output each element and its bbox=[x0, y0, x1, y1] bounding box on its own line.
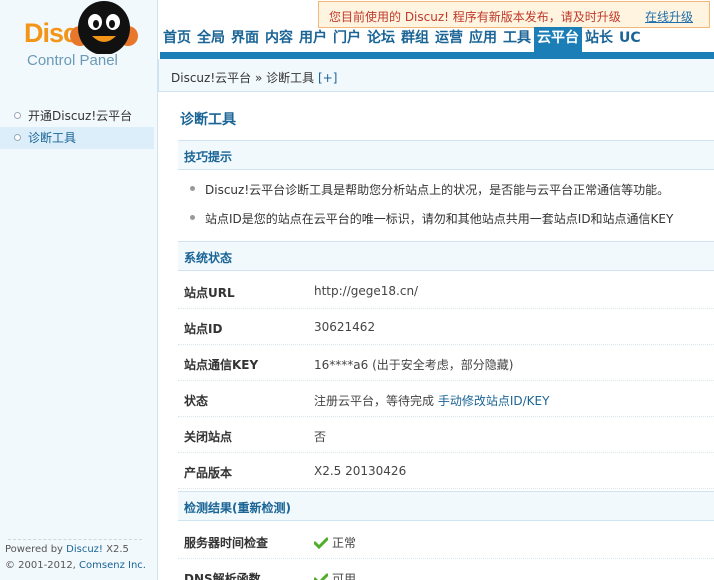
row-label: 站点通信KEY bbox=[184, 358, 259, 372]
table-row: 站点ID 30621462 bbox=[178, 309, 714, 345]
result-text: 可用 bbox=[332, 572, 357, 580]
table-row: 服务器时间检查 正常 bbox=[178, 523, 714, 559]
breadcrumb-text: Discuz!云平台 » 诊断工具 bbox=[171, 71, 315, 85]
status-text: 注册云平台，等待完成 bbox=[314, 394, 435, 408]
logo[interactable]: Discuz! Control Panel bbox=[0, 0, 158, 95]
sidebar-item-open-cloud[interactable]: 开通Discuz!云平台 bbox=[0, 105, 154, 127]
sidebar-item-label: 开通Discuz!云平台 bbox=[28, 109, 133, 123]
version-text: X2.5 bbox=[102, 544, 129, 555]
table-row: 关闭站点 否 bbox=[178, 417, 714, 453]
row-value: 30621462 bbox=[314, 320, 376, 334]
bullet-icon bbox=[190, 186, 195, 191]
nav-item[interactable]: UC bbox=[616, 27, 644, 52]
tip-text: 站点ID是您的站点在云平台的唯一标识，请勿和其他站点共用一套站点ID和站点通信K… bbox=[205, 212, 674, 226]
sidebar-item-diagnostic-tool[interactable]: 诊断工具 bbox=[0, 127, 154, 149]
tips-title: 技巧提示 bbox=[184, 150, 233, 164]
footer-divider bbox=[8, 539, 142, 540]
row-label: DNS解析函数 bbox=[184, 572, 261, 580]
table-row: 状态 注册云平台，等待完成 手动修改站点ID/KEY bbox=[178, 381, 714, 417]
nav-item[interactable]: 界面 bbox=[228, 27, 262, 52]
penguin-mascot-icon bbox=[70, 1, 138, 54]
row-label: 产品版本 bbox=[184, 466, 233, 480]
nav-item[interactable]: 应用 bbox=[466, 27, 500, 52]
sidebar: 开通Discuz!云平台 诊断工具 Powered by Discuz! X2.… bbox=[0, 95, 158, 580]
row-label: 关闭站点 bbox=[184, 430, 233, 444]
nav-item[interactable]: 论坛 bbox=[364, 27, 398, 52]
result-text: 正常 bbox=[332, 536, 357, 550]
nav-item[interactable]: 全局 bbox=[194, 27, 228, 52]
row-label: 站点URL bbox=[184, 286, 235, 300]
status-section-header: 系统状态 bbox=[178, 241, 714, 271]
status-title: 系统状态 bbox=[184, 251, 233, 265]
table-row: 站点URL http://gege18.cn/ bbox=[178, 273, 714, 309]
page-title: 诊断工具 bbox=[180, 112, 236, 128]
row-value: http://gege18.cn/ bbox=[314, 284, 419, 298]
row-value: 16****a6 (出于安全考虑，部分隐藏) bbox=[314, 358, 514, 372]
sidebar-item-label: 诊断工具 bbox=[28, 131, 77, 145]
table-row: 站点通信KEY 16****a6 (出于安全考虑，部分隐藏) bbox=[178, 345, 714, 381]
online-upgrade-link[interactable]: 在线升级 bbox=[645, 8, 693, 25]
tip-item: 站点ID是您的站点在云平台的唯一标识，请勿和其他站点共用一套站点ID和站点通信K… bbox=[190, 210, 673, 227]
powered-by: Powered by Discuz! X2.5 bbox=[5, 544, 129, 555]
row-value: 可用 bbox=[314, 570, 356, 580]
row-label: 状态 bbox=[184, 394, 209, 408]
nav-underline bbox=[160, 52, 714, 59]
bullet-icon bbox=[14, 112, 21, 119]
powered-by-prefix: Powered by bbox=[5, 544, 67, 555]
nav-item[interactable]: 群组 bbox=[398, 27, 432, 52]
logo-subtitle: Control Panel bbox=[27, 52, 118, 69]
edit-site-id-key-link[interactable]: 手动修改站点ID/KEY bbox=[438, 394, 550, 408]
add-shortcut-button[interactable]: [+] bbox=[318, 71, 337, 85]
tip-item: Discuz!云平台诊断工具是帮助您分析站点上的状况，是否能与云平台正常通信等功… bbox=[190, 181, 669, 198]
nav-item[interactable]: 首页 bbox=[160, 27, 194, 52]
header: Discuz! Control Panel 您目前使用的 Discuz! 程序有… bbox=[0, 0, 714, 95]
bullet-icon bbox=[190, 215, 195, 220]
breadcrumb: Discuz!云平台 » 诊断工具 [+] bbox=[171, 69, 337, 86]
nav-item[interactable]: 云平台 bbox=[534, 27, 582, 52]
upgrade-notice: 您目前使用的 Discuz! 程序有新版本发布，请及时升级 在线升级 bbox=[318, 1, 710, 28]
copyright: © 2001-2012, Comsenz Inc. bbox=[5, 560, 146, 571]
breadcrumb-bar: Discuz!云平台 » 诊断工具 [+] bbox=[158, 59, 714, 92]
row-value: 注册云平台，等待完成 手动修改站点ID/KEY bbox=[314, 392, 549, 409]
upgrade-notice-text: 您目前使用的 Discuz! 程序有新版本发布，请及时升级 bbox=[329, 10, 621, 24]
row-label: 站点ID bbox=[184, 322, 223, 336]
nav-item[interactable]: 工具 bbox=[500, 27, 534, 52]
nav-item[interactable]: 运营 bbox=[432, 27, 466, 52]
nav-item[interactable]: 门户 bbox=[330, 27, 364, 52]
copyright-prefix: © 2001-2012, bbox=[5, 560, 80, 571]
check-icon bbox=[314, 573, 328, 580]
tip-text: Discuz!云平台诊断工具是帮助您分析站点上的状况，是否能与云平台正常通信等功… bbox=[205, 183, 670, 197]
nav-item[interactable]: 站长 bbox=[582, 27, 616, 52]
row-value: X2.5 20130426 bbox=[314, 464, 407, 478]
row-value: 否 bbox=[314, 430, 327, 444]
bullet-icon bbox=[14, 134, 21, 141]
result-section-header[interactable]: 检测结果(重新检测) bbox=[178, 491, 714, 521]
result-title: 检测结果(重新检测) bbox=[184, 501, 291, 515]
comsenz-link[interactable]: Comsenz Inc. bbox=[79, 560, 146, 571]
check-icon bbox=[314, 537, 328, 549]
table-row: DNS解析函数 可用 bbox=[178, 559, 714, 580]
row-value: 正常 bbox=[314, 534, 356, 551]
nav-item[interactable]: 内容 bbox=[262, 27, 296, 52]
tips-section-header: 技巧提示 bbox=[178, 140, 714, 170]
table-row: 产品版本 X2.5 20130426 bbox=[178, 453, 714, 489]
discuz-link[interactable]: Discuz! bbox=[66, 544, 103, 555]
top-nav: 首页 全局 界面 内容 用户 门户 论坛 群组 运营 应用 工具 云平台 站长 UC bbox=[160, 27, 644, 52]
row-label: 服务器时间检查 bbox=[184, 536, 269, 550]
nav-item[interactable]: 用户 bbox=[296, 27, 330, 52]
